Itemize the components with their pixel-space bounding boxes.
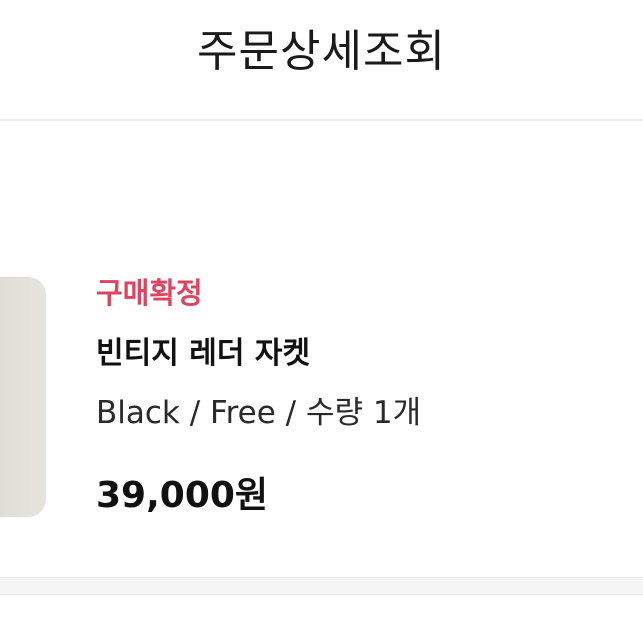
next-section xyxy=(0,595,643,643)
section-divider xyxy=(0,577,643,595)
product-option: Black / Free / 수량 1개 xyxy=(96,395,422,431)
page-title: 주문상세조회 xyxy=(197,26,446,77)
product-price: 39,000원 xyxy=(96,475,269,516)
header: 주문상세조회 xyxy=(0,0,643,121)
product-name[interactable]: 빈티지 레더 자켓 xyxy=(96,333,310,375)
order-detail-page: 주문상세조회 구매확정 빈티지 레더 자켓 Black / Free / 수량 … xyxy=(0,0,643,643)
order-item-card[interactable]: 구매확정 빈티지 레더 자켓 Black / Free / 수량 1개 39,0… xyxy=(0,121,643,577)
order-status: 구매확정 xyxy=(96,276,203,310)
product-thumbnail[interactable] xyxy=(0,277,46,517)
